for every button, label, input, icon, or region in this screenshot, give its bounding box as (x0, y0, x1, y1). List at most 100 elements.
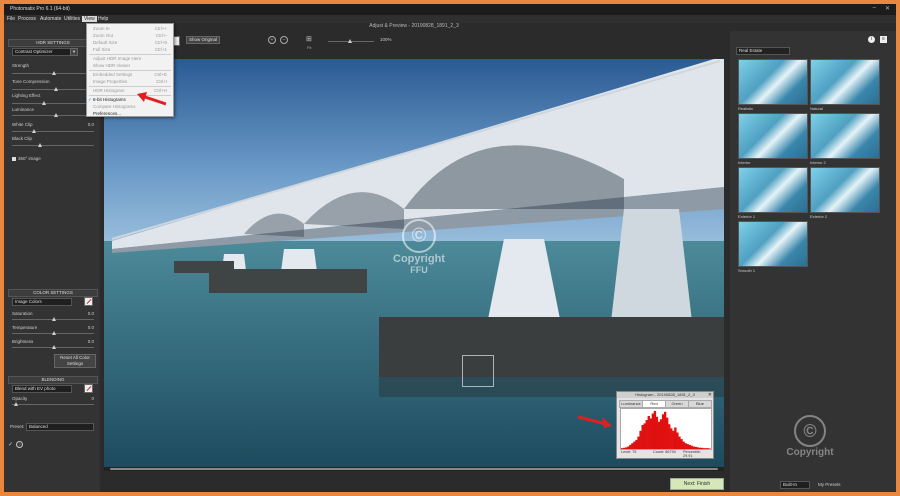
strength-slider[interactable] (12, 71, 94, 75)
view-menu-item: Zoom In Ctrl++ (93, 26, 169, 32)
histogram-window[interactable]: Histogram - 20190828_1891_2_3 ✕ Luminanc… (616, 391, 714, 459)
black-clip-slider[interactable] (12, 143, 94, 147)
menu-process[interactable]: Process (18, 16, 36, 22)
builtin-select[interactable]: Built-In (780, 481, 810, 489)
view-menu-item-label: Show HDR Viewer (93, 63, 131, 68)
reset-color-settings-button[interactable]: Reset All Color Settings (54, 354, 96, 368)
my-presets-label[interactable]: My Presets (818, 482, 841, 487)
view-menu-item: Zoom Out Ctrl+- (93, 33, 169, 39)
color-picker-icon[interactable] (84, 297, 93, 306)
histogram-level: Level: 75 (621, 450, 637, 454)
tab-luminance[interactable]: Luminance (619, 400, 643, 408)
histogram-bar (655, 416, 659, 449)
histogram-bar (621, 448, 624, 449)
horizontal-scrollbar[interactable] (104, 467, 724, 471)
360-checkbox[interactable] (12, 157, 16, 161)
histogram-bar (684, 443, 687, 449)
document-title: Adjust & Preview - 20190828_1891_2_3 (369, 23, 459, 29)
temperature-slider[interactable] (12, 331, 94, 335)
view-menu-shortcut: Ctrl++ (154, 26, 167, 31)
zoom-out-icon[interactable]: – (280, 36, 288, 44)
view-menu-item[interactable]: Preferences... (93, 111, 169, 117)
histogram-count: Count: 86790 (653, 450, 676, 454)
histogram-bar (627, 446, 630, 449)
settings-icon[interactable]: ≡ (880, 36, 887, 43)
view-menu-item: Adjust HDR Image Here (93, 56, 169, 62)
collapse-icon[interactable]: ✓ (8, 441, 13, 448)
tone-compression-slider[interactable] (12, 87, 94, 91)
preset-tile-smooth-1[interactable]: Smooth 1 (738, 221, 808, 273)
close-icon[interactable]: ✕ (885, 5, 890, 12)
minimize-icon[interactable]: – (873, 5, 876, 11)
blend-mode-select[interactable]: Blend with EV photo (12, 385, 72, 393)
preset-tile-interior-2[interactable]: Interior 2 (810, 113, 880, 165)
preset-tile-exterior-1[interactable]: Exterior 1 (738, 167, 808, 219)
help-icon[interactable]: ? (16, 441, 23, 448)
method-select[interactable]: Contrast Optimizer (12, 48, 72, 56)
preset-category-select[interactable]: Real Estate (736, 47, 790, 55)
next-finish-button[interactable]: Next: Finish (670, 478, 724, 490)
histogram-bar (706, 448, 710, 449)
presets-panel: i ≡ Real Estate Realistic Natural Interi… (730, 31, 896, 492)
histogram-bar (661, 414, 665, 449)
preset-tile-natural[interactable]: Natural (810, 59, 880, 111)
tab-blue[interactable]: Blue (688, 400, 712, 408)
view-menu-item: Image Properties Ctrl+I (93, 79, 169, 85)
blending-header[interactable]: BLENDING (8, 376, 98, 384)
blend-color-icon[interactable] (84, 384, 93, 393)
strength-label: Strength (12, 63, 30, 68)
panel-watermark-line1: Copyright (786, 447, 834, 458)
hdr-settings-header: HDR SETTINGS (8, 39, 98, 47)
fit-icon[interactable]: ⊞ (306, 35, 314, 43)
loupe-box (462, 355, 494, 387)
histogram-bar (668, 424, 671, 449)
preset-tile-exterior-2[interactable]: Exterior 2 (810, 167, 880, 219)
histogram-bar (694, 446, 697, 449)
preset-tile-interior[interactable]: Interior (738, 113, 808, 165)
white-clip-slider[interactable] (12, 129, 94, 133)
histogram-bar (686, 444, 689, 449)
zoom-slider[interactable] (328, 39, 374, 43)
red-arrow-histogram (577, 415, 612, 428)
histogram-bar (700, 447, 704, 449)
histogram-bar (657, 421, 661, 449)
show-original-button[interactable]: Show Original (186, 36, 220, 44)
menu-utilities[interactable]: Utilities (64, 16, 80, 22)
histogram-bar (641, 425, 644, 449)
tab-red[interactable]: Red (642, 400, 666, 408)
menu-help[interactable]: Help (98, 16, 108, 22)
app-window: Photomatix Pro 6.1 (64-bit) – ✕ File Pro… (4, 4, 896, 492)
info-icon[interactable]: i (868, 36, 875, 43)
opacity-slider[interactable] (12, 402, 94, 406)
menu-automate[interactable]: Automate (40, 16, 61, 22)
luminance-slider[interactable] (12, 113, 94, 117)
saturation-label: Saturation (12, 311, 33, 316)
view-menu-item-label: 8-bit Histograms (93, 97, 126, 102)
tab-green[interactable]: Green (665, 400, 689, 408)
red-arrow-menu (137, 92, 167, 106)
view-menu-item-label: Image Properties (93, 79, 128, 84)
histogram-bar (663, 411, 667, 449)
histogram-bar (680, 439, 683, 449)
menu-view[interactable]: View (82, 16, 97, 22)
preset-select[interactable]: Balanced (26, 423, 94, 431)
zoom-in-icon[interactable]: + (268, 36, 276, 44)
histogram-close-icon[interactable]: ✕ (708, 392, 712, 398)
white-clip-label: White Clip (12, 122, 33, 127)
brightness-slider[interactable] (12, 345, 94, 349)
histogram-bar (682, 441, 685, 449)
histogram-bar (666, 417, 669, 449)
lighting-effect-slider[interactable] (12, 101, 94, 105)
saturation-slider[interactable] (12, 317, 94, 321)
histogram-bar (623, 447, 626, 449)
histogram-bar (678, 436, 681, 449)
menu-file[interactable]: File (7, 16, 15, 22)
menu-separator (89, 54, 171, 55)
histogram-bar (645, 420, 648, 449)
fit-label: Fit (307, 45, 312, 50)
image-colors-select[interactable]: Image Colors (12, 298, 72, 306)
temperature-value: 0.0 (87, 325, 94, 330)
preset-tile-realistic[interactable]: Realistic (738, 59, 808, 111)
method-dropdown-icon[interactable]: ▾ (70, 48, 78, 56)
histogram-bar (674, 427, 677, 449)
